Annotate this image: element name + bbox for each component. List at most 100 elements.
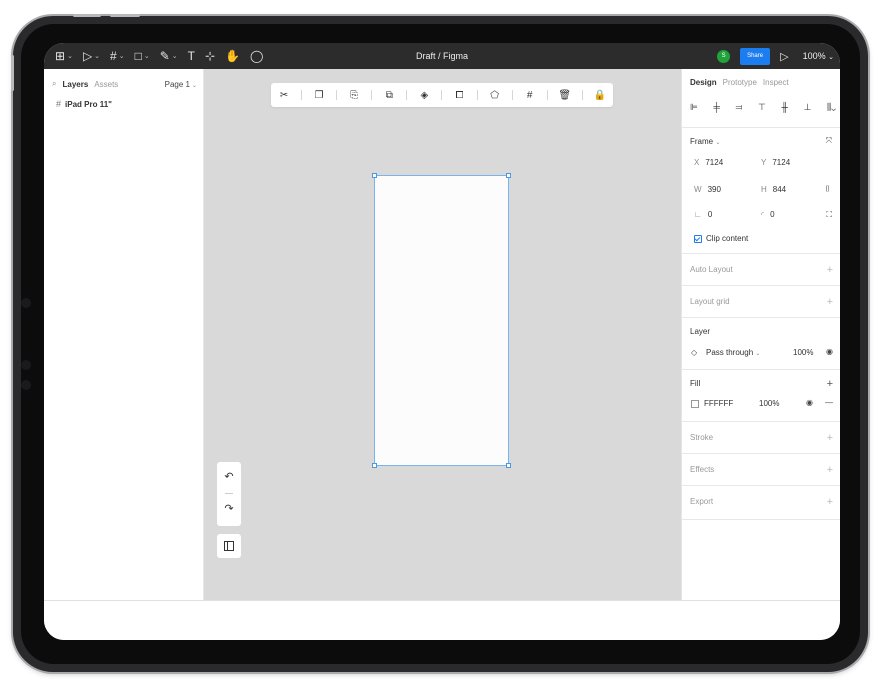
eye-icon[interactable]: ◉ — [826, 347, 833, 356]
divider — [336, 90, 338, 100]
add-effect-icon[interactable]: + — [827, 465, 833, 476]
align-bottom-icon[interactable]: ⊥ — [803, 102, 811, 113]
tab-inspect[interactable]: Inspect — [763, 78, 789, 87]
align-horizontal-center-icon[interactable]: ╪ — [713, 102, 719, 113]
x-position-field[interactable]: X 7124 — [694, 158, 723, 167]
delete-icon[interactable]: 🗑 — [556, 86, 574, 104]
divider — [476, 90, 478, 100]
resize-handle-top-right[interactable] — [506, 173, 511, 178]
chevron-down-icon: ⌄ — [828, 54, 834, 61]
add-export-icon[interactable]: + — [827, 497, 833, 508]
chevron-down-icon: ⌄ — [715, 140, 721, 146]
right-panel: Design Prototype Inspect ⊫ ╪ ⫤ ⊤ ╫ ⊥ ⫼⌄ … — [681, 69, 840, 600]
eye-icon[interactable]: ◉ — [806, 398, 813, 407]
width-field[interactable]: W 390 — [694, 185, 721, 194]
resize-handle-top-left[interactable] — [372, 173, 377, 178]
group-icon[interactable]: ⧉ — [380, 86, 398, 104]
fill-opacity-field[interactable]: 100% — [759, 399, 779, 408]
corner-radius-field[interactable]: ◜ 0 — [761, 210, 775, 219]
page-selector[interactable]: Page 1 ⌄ — [165, 80, 197, 89]
add-layout-grid-icon[interactable]: + — [827, 297, 833, 308]
fill-section: Fill + FFFFFF 100% ◉ — — [682, 369, 840, 422]
align-left-icon[interactable]: ⊫ — [690, 102, 698, 113]
pen-tool[interactable]: ✎ ⌄ — [155, 43, 183, 69]
tab-design[interactable]: Design — [690, 78, 717, 87]
layer-opacity-field[interactable]: 100% — [793, 348, 813, 357]
fill-color-swatch[interactable] — [691, 400, 699, 408]
search-icon[interactable]: ⌕ — [52, 79, 56, 89]
frame-title[interactable]: Frame ⌄ — [690, 137, 720, 146]
comment-tool[interactable]: ◯ — [245, 43, 268, 69]
stroke-title: Stroke — [690, 433, 714, 442]
chevron-down-icon: ⌄ — [67, 53, 73, 60]
distribute-icon[interactable]: ⫼⌄ — [827, 102, 836, 113]
user-avatar[interactable]: S — [717, 49, 731, 63]
chevron-down-icon: ⌄ — [755, 351, 761, 357]
resize-handle-bottom-left[interactable] — [372, 463, 377, 468]
move-tool[interactable]: ▷ ⌄ — [78, 43, 105, 69]
clip-content-checkbox[interactable] — [694, 235, 702, 243]
add-fill-icon[interactable]: + — [827, 379, 833, 390]
frame-icon: # — [56, 99, 62, 109]
tab-assets[interactable]: Assets — [94, 80, 118, 89]
pen-tool-icon: ✎ — [159, 49, 170, 63]
main-menu-tool[interactable]: ⊞ ⌄ — [50, 43, 78, 69]
x-value: 7124 — [705, 158, 724, 167]
selected-frame[interactable] — [372, 173, 511, 468]
redo-icon[interactable]: ↷ — [217, 502, 241, 515]
resize-to-fit-icon[interactable]: ⤧ — [826, 136, 832, 146]
hand-tool[interactable]: ✋ — [220, 43, 245, 69]
layer-name: iPad Pro 11" — [65, 99, 112, 109]
paste-icon[interactable]: ⎘ — [345, 86, 363, 104]
main-menu-icon: ⊞ — [55, 49, 66, 63]
shape-tool[interactable]: □ ⌄ — [130, 43, 155, 69]
lock-icon[interactable]: 🔒 — [591, 86, 609, 104]
component-icon[interactable]: ⧠ — [450, 86, 468, 104]
resources-tool[interactable]: ⊹ — [200, 43, 220, 69]
undo-icon[interactable]: ↶ — [217, 470, 241, 483]
auto-layout-title: Auto Layout — [690, 265, 733, 274]
layer-item[interactable]: # iPad Pro 11" — [56, 99, 112, 109]
add-stroke-icon[interactable]: + — [827, 433, 833, 444]
w-value: 390 — [707, 185, 721, 194]
fill-hex-field[interactable]: FFFFFF — [704, 399, 733, 408]
toolbar-right-group: S Share ▷ 100% ⌄ — [717, 43, 836, 69]
frame-title-label: Frame — [690, 137, 714, 146]
zoom-dropdown[interactable]: 100% ⌄ — [803, 51, 834, 61]
align-vertical-center-icon[interactable]: ╫ — [781, 102, 787, 113]
blend-mode-dropdown[interactable]: Pass through ⌄ — [706, 348, 760, 357]
chevron-down-icon: ⌄ — [171, 53, 178, 60]
frame-tool[interactable]: # ⌄ — [105, 43, 130, 69]
mask-icon[interactable]: ⬠ — [486, 86, 504, 104]
height-field[interactable]: H 844 — [761, 185, 786, 194]
copy-icon[interactable]: ❐ — [310, 86, 328, 104]
divider — [581, 90, 583, 100]
divider — [441, 90, 443, 100]
canvas[interactable]: ✂ ❐ ⎘ ⧉ ◈ ⧠ ⬠ # 🗑 🔒 ↶ ↷ — [204, 69, 681, 600]
y-label: Y — [761, 158, 767, 167]
left-panel: ⌕ Layers Assets Page 1 ⌄ # iPad Pro 11" — [44, 69, 204, 600]
scissors-icon[interactable]: ✂ — [275, 86, 293, 104]
toggle-panels-button[interactable] — [217, 534, 241, 558]
layers-icon[interactable]: ◈ — [415, 86, 433, 104]
volume-button-top — [73, 14, 101, 17]
resize-handle-bottom-right[interactable] — [506, 463, 511, 468]
top-toolbar: ⊞ ⌄ ▷ ⌄ # ⌄ □ ⌄ ✎ ⌄ T ⊹ ✋ ◯ Draft / Figma S S… — [44, 43, 840, 69]
rotation-field[interactable]: ∟ 0 — [694, 210, 712, 219]
share-button[interactable]: Share — [740, 47, 771, 65]
add-auto-layout-icon[interactable]: + — [827, 265, 833, 276]
independent-corners-icon[interactable]: ⛶ — [826, 210, 832, 220]
y-position-field[interactable]: Y 7124 — [761, 158, 790, 167]
align-top-icon[interactable]: ⊤ — [758, 102, 766, 113]
remove-fill-icon[interactable]: — — [825, 398, 833, 407]
grid-icon[interactable]: # — [521, 86, 539, 104]
layout-grid-title: Layout grid — [690, 297, 730, 306]
align-right-icon[interactable]: ⫤ — [736, 102, 743, 113]
constrain-proportions-icon[interactable]: ⌷ — [825, 184, 830, 194]
present-play-icon[interactable]: ▷ — [780, 50, 788, 63]
tab-layers[interactable]: Layers — [62, 80, 88, 89]
divider — [301, 90, 303, 100]
tab-prototype[interactable]: Prototype — [723, 78, 757, 87]
text-tool[interactable]: T — [183, 43, 200, 69]
layer-section: Layer ◇ Pass through ⌄ 100% ◉ — [682, 317, 840, 370]
